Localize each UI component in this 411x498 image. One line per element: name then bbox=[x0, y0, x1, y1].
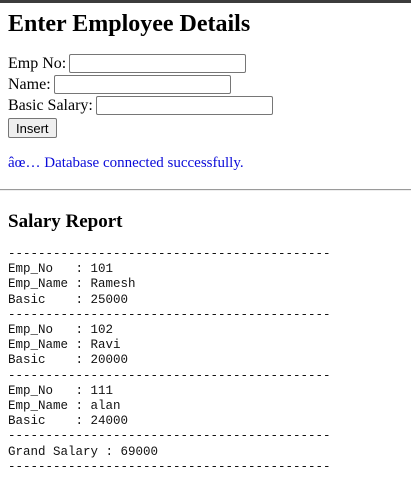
insert-button[interactable]: Insert bbox=[8, 118, 57, 138]
salary-report: ----------------------------------------… bbox=[8, 247, 411, 475]
report-line: Emp_Name : Ravi bbox=[8, 338, 121, 353]
separator-line: ----------------------------------------… bbox=[8, 247, 331, 261]
name-input[interactable] bbox=[53, 75, 231, 94]
page-content: Enter Employee Details Emp No: Name: Bas… bbox=[0, 9, 411, 172]
salary-label: Basic Salary: bbox=[8, 96, 93, 114]
report-line: Emp_Name : Ramesh bbox=[8, 277, 136, 292]
emp-no-input[interactable] bbox=[69, 54, 247, 73]
separator-line: ----------------------------------------… bbox=[8, 429, 331, 444]
report-line: Emp_No : 101 bbox=[8, 262, 114, 277]
separator-line: ----------------------------------------… bbox=[8, 307, 331, 322]
report-line: Emp_Name : alan bbox=[8, 399, 121, 414]
name-row: Name: bbox=[8, 74, 403, 95]
report-line: Basic : 25000 bbox=[8, 292, 129, 307]
emp-no-row: Emp No: bbox=[8, 53, 403, 74]
employee-form: Emp No: Name: Basic Salary: Insert bbox=[8, 53, 403, 138]
salary-row: Basic Salary: bbox=[8, 95, 403, 116]
grand-total-line: Grand Salary : 69000 bbox=[8, 444, 159, 459]
salary-input[interactable] bbox=[95, 96, 273, 115]
report-line: Emp_No : 102 bbox=[8, 323, 114, 338]
report-line: Emp_No : 111 bbox=[8, 383, 114, 398]
separator-line: ----------------------------------------… bbox=[8, 368, 331, 383]
page-title: Enter Employee Details bbox=[8, 11, 251, 37]
separator-line: ----------------------------------------… bbox=[8, 459, 331, 474]
emp-no-label: Emp No: bbox=[8, 54, 67, 72]
name-label: Name: bbox=[8, 75, 51, 93]
report-title: Salary Report bbox=[8, 211, 123, 232]
divider bbox=[0, 189, 411, 191]
status-message: âœ… Database connected successfully. bbox=[8, 155, 244, 171]
report-line: Basic : 20000 bbox=[8, 353, 129, 368]
report-line: Basic : 24000 bbox=[8, 414, 129, 429]
